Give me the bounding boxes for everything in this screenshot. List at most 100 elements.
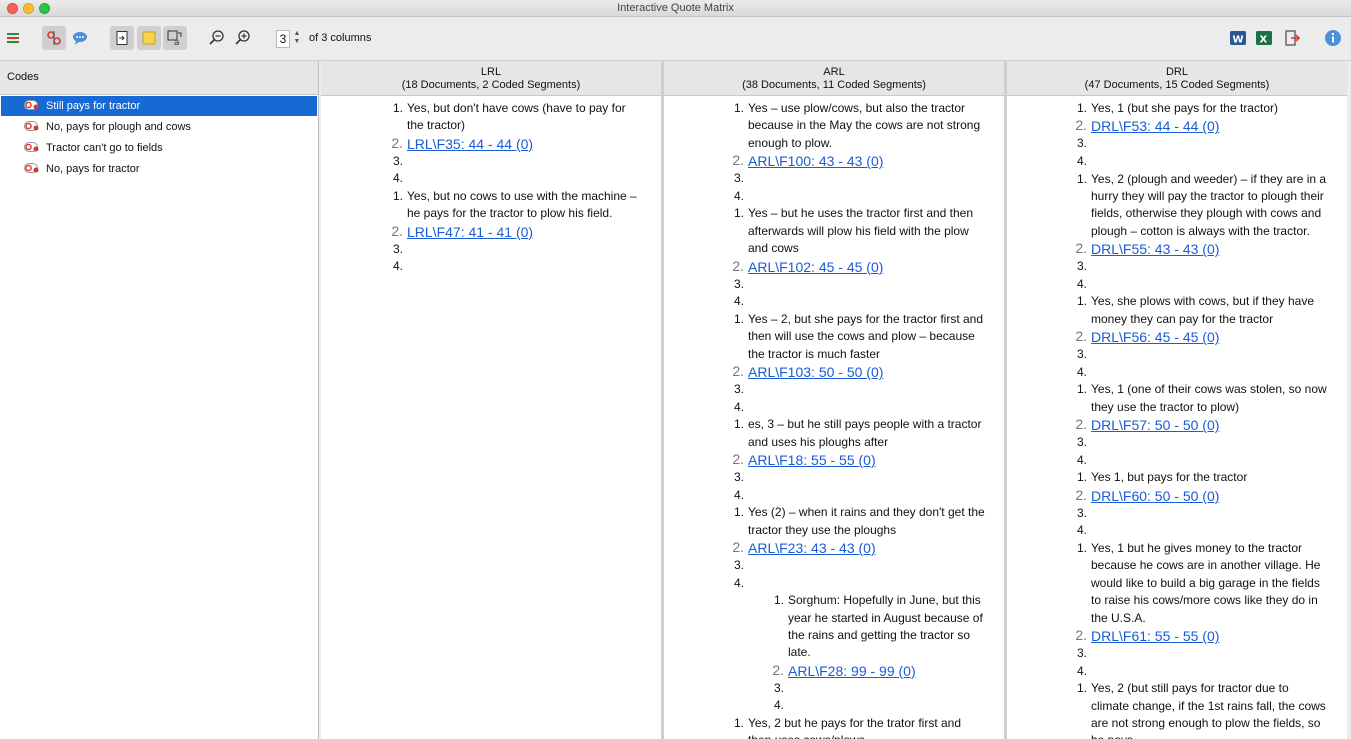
quote-segment: 1. Yes, but no cows to use with the machi… [389,188,644,276]
list-number: 3. [1076,505,1087,520]
quote-segment: 1. Yes, 1 but he gives money to the tract… [1073,540,1328,680]
code-item-label: Still pays for tractor [46,100,141,112]
exit-button[interactable] [1280,26,1304,50]
column-header[interactable]: LRL (18 Documents, 2 Coded Segments) [321,61,661,96]
quote-text: Yes 1, but pays for the tractor [1091,470,1248,485]
column-body: 1. Yes, but don't have cows (have to pay … [321,96,661,276]
matrix-button[interactable] [42,26,66,50]
quote-reference-link[interactable]: ARL\F100: 43 - 43 (0) [748,152,883,170]
quote-reference-link[interactable]: LRL\F35: 44 - 44 (0) [407,135,533,153]
code-list-button[interactable] [1,26,25,50]
code-item[interactable]: No, pays for tractor [1,159,317,179]
quote-reference-row: 2. DRL\F56: 45 - 45 (0) [1073,328,1328,346]
export-excel-button[interactable]: X [1252,26,1276,50]
list-number: 1. [392,189,403,203]
export-word-button[interactable]: W [1226,26,1250,50]
quote-segment: 1. Yes 1, but pays for the tractor 2. DRL\F… [1073,469,1328,540]
list-number: 1. [1076,541,1087,555]
quote-segment: 1. Yes, 2 but he pays for the trator firs… [730,715,985,739]
column-subtitle: (18 Documents, 2 Coded Segments) [401,79,581,91]
list-number: 4. [1076,523,1087,538]
quote-row: 1. Yes – but he uses the tractor first an… [730,205,985,257]
list-number: 1. [392,101,403,115]
empty-list-row: 4. [1073,452,1328,470]
quote-reference-link[interactable]: DRL\F55: 43 - 43 (0) [1091,240,1219,258]
code-item[interactable]: Still pays for tractor [1,96,317,116]
quote-row: 1. Yes – use plow/cows, but also the trac… [730,100,985,152]
convert-icon: a [167,30,182,47]
quote-row: 1. Yes, 1 but he gives money to the tract… [1073,540,1328,627]
list-number: 3. [1076,347,1087,362]
minimize-window-button[interactable] [23,3,34,14]
quote-reference-link[interactable]: DRL\F53: 44 - 44 (0) [1091,117,1219,135]
close-window-button[interactable] [7,3,18,14]
quote-segment: 1. es, 3 – but he still pays people with … [730,416,985,504]
code-item[interactable]: Tractor can't go to fields [1,138,317,158]
quote-reference-row: 2. ARL\F103: 50 - 50 (0) [730,363,985,381]
zoom-window-button[interactable] [39,3,50,14]
list-number: 1. [733,206,744,221]
column-title: DRL [1165,66,1188,78]
column-header[interactable]: ARL (38 Documents, 11 Coded Segments) [664,61,1004,96]
list-number: 1. [1076,101,1087,115]
column-body: 1. Yes, 1 (but she pays for the tractor) 2… [1007,96,1347,739]
list-number: 1. [1076,171,1087,186]
empty-list-row: 3. [770,680,990,698]
quote-reference-link[interactable]: LRL\F47: 41 - 41 (0) [407,223,533,241]
quote-reference-row: 2. ARL\F28: 99 - 99 (0) [770,662,990,680]
list-number: 3. [392,241,403,256]
list-number: 2. [1075,328,1087,345]
list-number: 4. [733,188,744,203]
quote-row: 1. Yes (2) – when it rains and they don't… [730,504,985,539]
quote-reference-link[interactable]: ARL\F103: 50 - 50 (0) [748,363,883,381]
empty-list-row: 4. [730,188,985,206]
export-document-button[interactable] [110,26,134,50]
empty-list-row: 4. [1073,153,1328,171]
convert-button[interactable]: a [163,26,187,50]
quote-text: Yes (2) – when it rains and they don't g… [748,505,985,537]
columns-count-field[interactable]: 3 [276,30,290,48]
empty-list-row: 4. [770,697,990,715]
zoom-out-button[interactable] [205,26,229,50]
memo-button[interactable] [137,26,161,50]
list-number: 2. [1075,240,1087,257]
quote-row: 1. Sorghum: Hopefully in June, but this y… [770,592,990,662]
code-icon [24,162,40,177]
quote-reference-link[interactable]: ARL\F28: 99 - 99 (0) [788,662,916,680]
quote-text: Yes, but no cows to use with the machine… [407,189,637,221]
quote-row: 1. Yes 1, but pays for the tractor [1073,469,1328,486]
empty-list-row: 4. [1073,364,1328,382]
list-number: 3. [392,153,403,168]
quote-reference-link[interactable]: DRL\F57: 50 - 50 (0) [1091,416,1219,434]
quote-reference-link[interactable]: DRL\F60: 50 - 50 (0) [1091,487,1219,505]
comment-button[interactable] [68,26,92,50]
list-number: 1. [1076,470,1087,485]
zoom-in-button[interactable] [231,26,255,50]
empty-list-row: 3. [1073,645,1328,663]
empty-list-row: 3. [730,276,985,294]
quote-reference-link[interactable]: DRL\F56: 45 - 45 (0) [1091,328,1219,346]
list-number: 2. [732,539,744,556]
quote-text: Yes – but he uses the tractor first and … [748,206,974,256]
quote-reference-link[interactable]: DRL\F61: 55 - 55 (0) [1091,627,1219,645]
quote-row: 1. Yes, but no cows to use with the machi… [389,188,644,223]
list-number: 3. [733,171,744,186]
quote-segment: 1. Yes, 2 (but still pays for tractor due… [1073,680,1328,739]
list-number: 2. [1075,117,1087,134]
quote-reference-link[interactable]: ARL\F18: 55 - 55 (0) [748,451,876,469]
columns-stepper[interactable]: ▲ ▼ [291,30,303,48]
column-header[interactable]: DRL (47 Documents, 15 Coded Segments) [1007,61,1347,96]
quote-segment: 1. Yes, 1 (but she pays for the tractor) 2… [1073,100,1328,171]
list-number: 4. [1076,276,1087,291]
list-number: 2. [732,257,744,274]
empty-list-row: 4. [1073,663,1328,681]
quote-reference-link[interactable]: ARL\F23: 43 - 43 (0) [748,539,876,557]
quote-text: Yes, 2 but he pays for the trator first … [748,716,962,739]
quote-reference-row: 2. DRL\F60: 50 - 50 (0) [1073,487,1328,505]
empty-list-row: 4. [389,170,644,188]
quote-reference-link[interactable]: ARL\F102: 45 - 45 (0) [748,258,883,276]
column-title: LRL [480,66,502,78]
info-button[interactable] [1321,26,1345,50]
code-item[interactable]: No, pays for plough and cows [1,117,317,137]
list-number: 4. [1076,452,1087,467]
